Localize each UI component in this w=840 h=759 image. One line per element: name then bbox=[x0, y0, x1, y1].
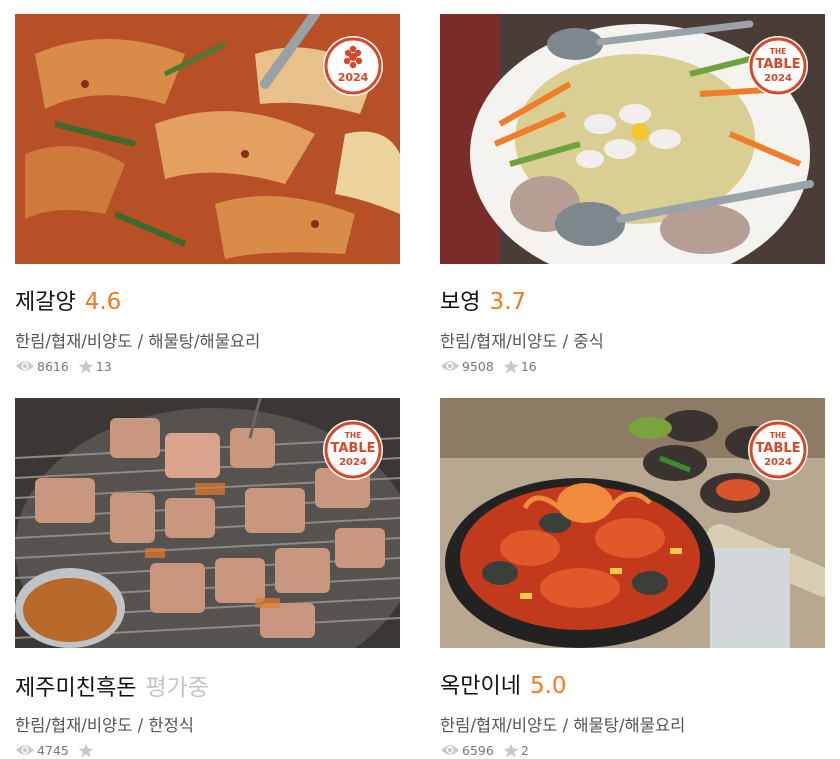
view-count: 6596 bbox=[462, 742, 494, 758]
restaurant-card[interactable]: THE TABLE 2024 옥만이네 5.0 한림/협재/비양도 / 해물탕/해… bbox=[440, 398, 825, 758]
the-table-badge: THE TABLE 2024 bbox=[747, 35, 809, 97]
eye-icon bbox=[16, 361, 34, 371]
restaurant-rating: 5.0 bbox=[529, 673, 567, 699]
restaurant-stats: 6596 2 bbox=[440, 741, 538, 759]
restaurant-photo[interactable]: THE TABLE 2024 bbox=[440, 14, 825, 264]
svg-text:THE: THE bbox=[770, 431, 787, 440]
svg-text:TABLE: TABLE bbox=[756, 57, 801, 72]
restaurant-name[interactable]: 제갈양 bbox=[15, 290, 76, 315]
restaurant-name[interactable]: 보영 bbox=[440, 290, 480, 315]
svg-text:TABLE: TABLE bbox=[331, 441, 376, 456]
restaurant-name[interactable]: 옥만이네 bbox=[440, 674, 521, 699]
restaurant-category: 한림/협재/비양도 / 해물탕/해물요리 bbox=[15, 332, 261, 351]
svg-text:2024: 2024 bbox=[764, 73, 792, 84]
restaurant-stats: 9508 16 bbox=[440, 357, 546, 375]
star-icon bbox=[78, 743, 94, 757]
view-count: 8616 bbox=[37, 358, 69, 374]
restaurant-stats: 8616 13 bbox=[15, 357, 121, 375]
favorite-count: 16 bbox=[520, 358, 537, 374]
restaurant-photo[interactable]: 2024 bbox=[15, 14, 400, 264]
view-count: 9508 bbox=[462, 358, 494, 374]
eye-icon bbox=[16, 745, 34, 755]
favorite-count: 13 bbox=[95, 358, 112, 374]
restaurant-category: 한림/협재/비양도 / 중식 bbox=[440, 332, 604, 351]
star-icon bbox=[503, 359, 519, 373]
restaurant-card[interactable]: THE TABLE 2024 제주미친흑돈 평가중 한림/협재/비양도 / 한정식… bbox=[15, 398, 400, 758]
restaurant-card[interactable]: THE TABLE 2024 보영 3.7 한림/협재/비양도 / 중식 9508… bbox=[440, 14, 825, 374]
view-count: 4745 bbox=[37, 742, 69, 758]
michelin-badge: 2024 bbox=[322, 35, 384, 97]
eye-icon bbox=[441, 745, 459, 755]
svg-text:2024: 2024 bbox=[338, 71, 369, 84]
svg-text:THE: THE bbox=[345, 431, 362, 440]
the-table-badge: THE TABLE 2024 bbox=[322, 419, 384, 481]
restaurant-photo[interactable]: THE TABLE 2024 bbox=[15, 398, 400, 648]
restaurant-rating: 4.6 bbox=[84, 289, 122, 315]
restaurant-card[interactable]: 2024 제갈양 4.6 한림/협재/비양도 / 해물탕/해물요리 8616 13 bbox=[15, 14, 400, 374]
restaurant-category: 한림/협재/비양도 / 해물탕/해물요리 bbox=[440, 716, 686, 735]
restaurant-category: 한림/협재/비양도 / 한정식 bbox=[15, 716, 194, 735]
svg-text:2024: 2024 bbox=[764, 457, 792, 468]
star-icon bbox=[503, 743, 519, 757]
star-icon bbox=[78, 359, 94, 373]
eye-icon bbox=[441, 361, 459, 371]
restaurant-rating: 평가중 bbox=[145, 675, 209, 701]
favorite-count: 2 bbox=[520, 742, 529, 758]
svg-text:TABLE: TABLE bbox=[756, 441, 801, 456]
svg-text:THE: THE bbox=[770, 47, 787, 56]
restaurant-name[interactable]: 제주미친흑돈 bbox=[15, 676, 136, 701]
the-table-badge: THE TABLE 2024 bbox=[747, 419, 809, 481]
svg-text:2024: 2024 bbox=[339, 457, 367, 468]
restaurant-photo[interactable]: THE TABLE 2024 bbox=[440, 398, 825, 648]
restaurant-stats: 4745 bbox=[15, 741, 105, 759]
restaurant-rating: 3.7 bbox=[489, 289, 527, 315]
